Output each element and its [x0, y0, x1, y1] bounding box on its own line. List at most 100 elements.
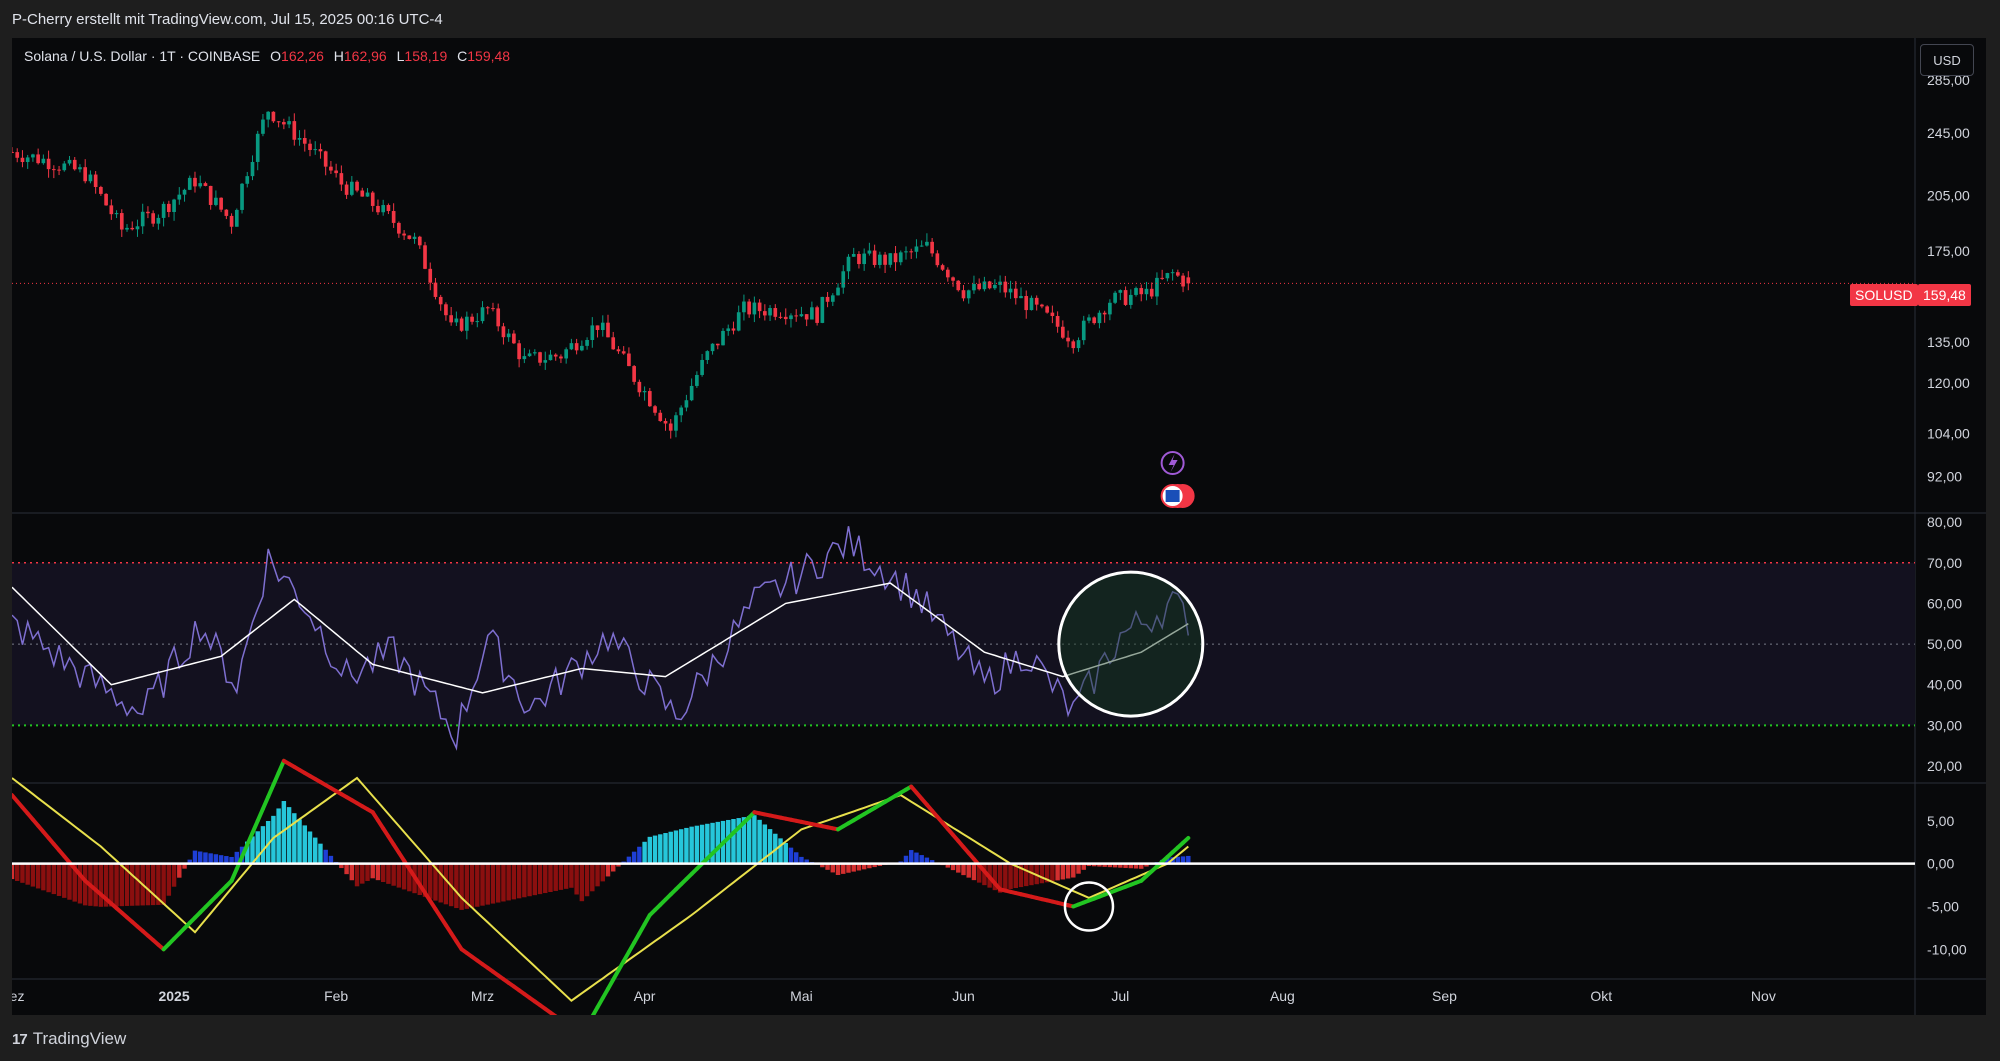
rsi-axis-tick-label: 50,00 — [1927, 636, 1962, 652]
candle-body — [810, 307, 814, 320]
candle-body — [851, 254, 856, 257]
macd-histogram-bar — [469, 863, 475, 908]
candle-body — [1066, 337, 1070, 342]
candle-body — [449, 315, 453, 323]
tradingview-logo[interactable]: 17 TradingView — [12, 1029, 126, 1049]
candle-body — [261, 119, 265, 134]
candle-body — [229, 215, 234, 227]
candle-body — [857, 254, 861, 265]
candle-body — [585, 339, 589, 346]
candle-body — [517, 343, 521, 360]
candle-body — [496, 308, 501, 327]
rsi-axis-tick-label: 40,00 — [1927, 677, 1962, 693]
candle-body — [454, 318, 459, 323]
macd-histogram-bar — [286, 807, 292, 864]
candle-body — [930, 241, 934, 254]
macd-histogram-bar — [1003, 863, 1008, 891]
macd-histogram-bar — [119, 863, 125, 907]
price-axis-tick-label: 245,00 — [1927, 125, 1970, 141]
macd-histogram-bar — [788, 847, 794, 864]
candle-body — [36, 154, 40, 164]
macd-histogram-bar — [485, 863, 490, 905]
macd-histogram-bar — [213, 854, 219, 864]
macd-histogram-bar — [391, 863, 396, 886]
candle-body — [569, 343, 574, 350]
macd-histogram-bar — [678, 829, 684, 864]
tradingview-logo-icon: 17 — [12, 1030, 28, 1048]
macd-histogram-bar — [846, 863, 851, 873]
candle-body — [647, 391, 652, 407]
candle-body — [862, 253, 866, 265]
candle-body — [12, 151, 14, 153]
candle-body — [637, 381, 642, 393]
candle-body — [470, 316, 474, 322]
symbol-name[interactable]: Solana / U.S. Dollar · 1T · COINBASE — [24, 48, 260, 64]
candle-body — [1097, 312, 1102, 324]
candle-body — [1076, 340, 1081, 349]
open-label: O — [270, 48, 282, 64]
candle-body — [830, 295, 835, 302]
candle-body — [465, 316, 469, 331]
macd-histogram-bar — [841, 863, 846, 874]
candle-body — [815, 307, 819, 323]
time-axis-label: Okt — [1590, 988, 1612, 1004]
candle-body — [271, 111, 276, 122]
candle-body — [778, 316, 783, 318]
macd-histogram-bar — [380, 863, 386, 883]
macd-histogram-bar — [475, 863, 480, 907]
candle-body — [846, 256, 851, 272]
candle-body — [951, 277, 955, 281]
candle-body — [893, 253, 898, 263]
candle-body — [501, 326, 506, 338]
macd-histogram-bar — [150, 863, 156, 906]
candle-body — [276, 121, 281, 123]
candle-body — [721, 330, 725, 346]
time-axis-label: Jul — [1111, 988, 1129, 1004]
macd-histogram-bar — [532, 863, 538, 896]
candle-body — [1055, 316, 1060, 327]
macd-histogram-bar — [835, 863, 841, 876]
candle-body — [297, 137, 302, 140]
currency-button[interactable]: USD — [1920, 44, 1974, 76]
macd-histogram-bar — [166, 863, 172, 896]
candle-body — [57, 169, 61, 171]
candle-body — [250, 161, 255, 177]
candle-body — [574, 343, 579, 351]
macd-histogram-bar — [1065, 863, 1071, 879]
time-axis-label: 2025 — [158, 988, 189, 1004]
candle-body — [376, 205, 380, 213]
macd-histogram-bar — [637, 846, 642, 864]
macd-histogram-bar — [62, 863, 67, 898]
candle-body — [287, 121, 291, 125]
candle-body — [789, 315, 793, 320]
macd-histogram-bar — [30, 863, 36, 887]
candle-body — [1102, 312, 1107, 315]
us-flag-icon — [1165, 490, 1180, 502]
macd-histogram-bar — [365, 863, 370, 881]
candle-body — [867, 250, 872, 254]
macd-histogram-bar — [130, 863, 135, 906]
symbol-legend: Solana / U.S. Dollar · 1T · COINBASE O16… — [24, 48, 510, 64]
chart-canvas[interactable]: 92,00 104,00 120,00 135,00 175,00 205,00 245,0… — [12, 38, 1986, 1015]
candle-body — [705, 351, 710, 360]
macd-histogram-bar — [177, 863, 182, 878]
candle-body — [1019, 296, 1023, 299]
candle-body — [611, 337, 616, 350]
candle-body — [266, 111, 271, 120]
macd-histogram-bar — [203, 852, 208, 864]
candle-body — [914, 246, 919, 252]
macd-histogram-bar — [767, 829, 773, 864]
candle-body — [883, 254, 887, 265]
macd-line-segment — [1181, 835, 1191, 845]
macd-histogram-bar — [731, 819, 736, 864]
chart-frame[interactable]: 92,00 104,00 120,00 135,00 175,00 205,00 245,0… — [12, 38, 1986, 1015]
macd-histogram-bar — [652, 835, 658, 864]
macd-histogram-bar — [757, 819, 762, 864]
macd-histogram-bar — [1055, 863, 1060, 881]
candle-body — [684, 400, 689, 408]
candle-body — [1087, 317, 1091, 321]
macd-histogram-bar — [574, 863, 579, 895]
candle-body — [731, 328, 736, 331]
symbol-tag: SOLUSD — [1850, 284, 1918, 306]
macd-histogram-bar — [145, 863, 151, 906]
